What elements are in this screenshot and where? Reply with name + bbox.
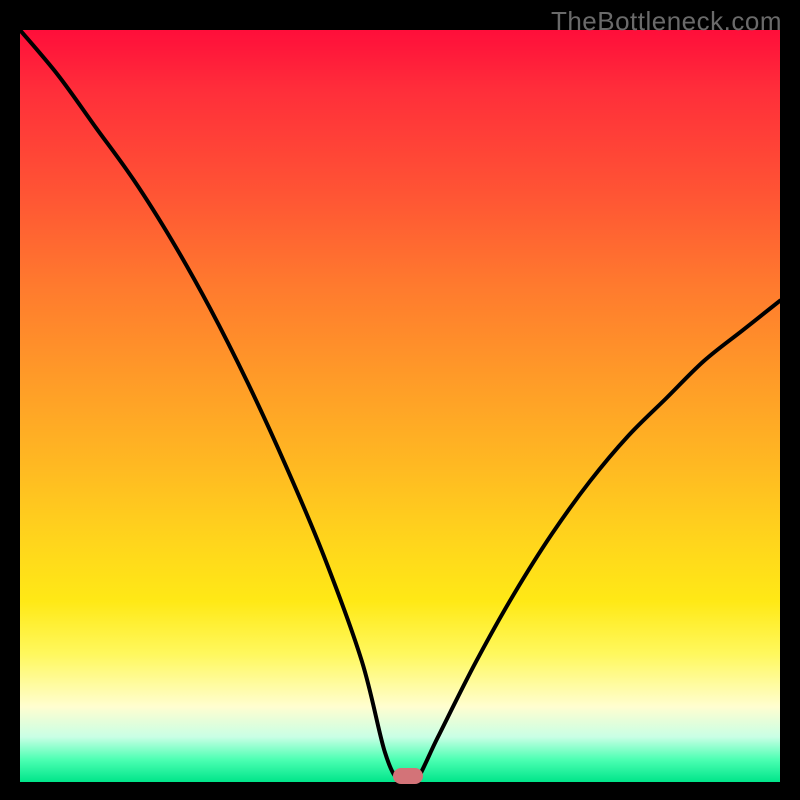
bottleneck-curve <box>20 30 780 782</box>
watermark-text: TheBottleneck.com <box>551 6 782 37</box>
minimum-marker <box>393 768 423 784</box>
chart-frame: TheBottleneck.com <box>0 0 800 800</box>
plot-area <box>20 30 780 782</box>
